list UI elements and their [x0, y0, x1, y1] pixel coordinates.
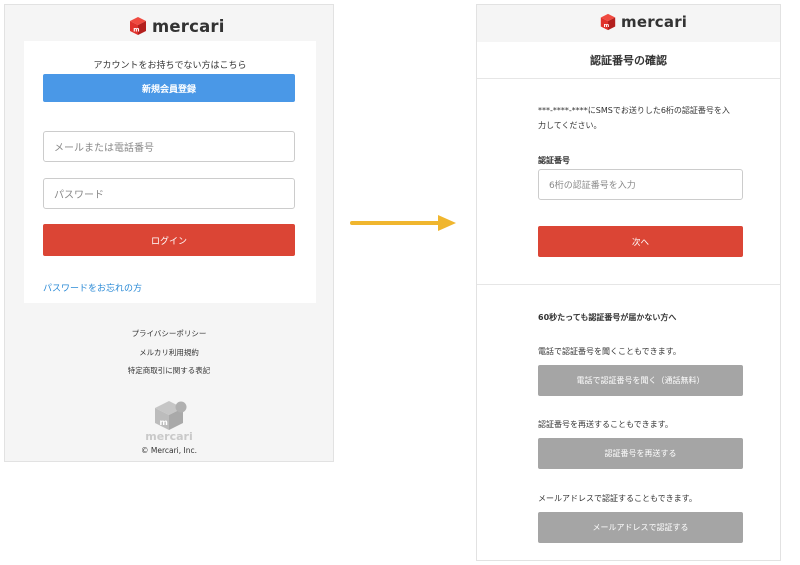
- code-label: 認証番号: [538, 156, 570, 165]
- password-placeholder: パスワード: [54, 190, 104, 201]
- brand-wordmark: mercari: [621, 13, 688, 31]
- login-button[interactable]: ログイン: [43, 224, 295, 256]
- next-button[interactable]: 次へ: [538, 226, 743, 257]
- footer-links: プライバシーポリシー メルカリ利用規約 特定商取引に関する表記: [5, 327, 333, 383]
- email-or-phone-input[interactable]: メールまたは電話番号: [43, 131, 295, 162]
- mercari-logo-icon: m: [130, 17, 146, 35]
- forgot-password-link[interactable]: パスワードをお忘れの方: [43, 281, 142, 294]
- signup-prompt: アカウントをお持ちでない方はこちら: [93, 61, 247, 71]
- terms-of-service-link[interactable]: メルカリ利用規約: [5, 346, 333, 365]
- email-or-phone-placeholder: メールまたは電話番号: [54, 143, 154, 154]
- resend-code-button[interactable]: 認証番号を再送する: [538, 438, 743, 469]
- login-page-panel: m mercari アカウントをお持ちでない方はこちら 新規会員登録 メールまた…: [4, 4, 334, 462]
- divider: [477, 284, 780, 285]
- resend-option-text: 認証番号を再送することもできます。: [538, 420, 673, 429]
- mercari-footer-logo-icon: m: [155, 401, 187, 430]
- brand-wordmark: mercari: [152, 16, 225, 36]
- header-brand[interactable]: m mercari: [128, 16, 225, 36]
- svg-text:m: m: [604, 23, 610, 29]
- password-input[interactable]: パスワード: [43, 178, 295, 209]
- footer-brand-wordmark: mercari: [145, 430, 193, 443]
- mercari-logo-icon: m: [600, 13, 616, 31]
- verification-code-input[interactable]: 6桁の認証番号を入力: [538, 169, 743, 200]
- help-heading: 60秒たっても認証番号が届かない方へ: [538, 313, 677, 322]
- instructions-line: 力してください。: [538, 121, 602, 130]
- instructions-line: ***-****-****にSMSでお送りした6桁の認証番号を入: [538, 106, 730, 115]
- signup-button[interactable]: 新規会員登録: [43, 74, 295, 102]
- privacy-policy-link[interactable]: プライバシーポリシー: [5, 327, 333, 346]
- call-for-code-button[interactable]: 電話で認証番号を聞く（通話無料）: [538, 365, 743, 396]
- verification-code-placeholder: 6桁の認証番号を入力: [549, 181, 636, 191]
- commercial-transactions-link[interactable]: 特定商取引に関する表記: [5, 364, 333, 383]
- right-arrow-icon: [350, 215, 456, 231]
- page-title: 認証番号の確認: [477, 42, 780, 79]
- header-brand[interactable]: m mercari: [599, 13, 687, 31]
- call-option-text: 電話で認証番号を聞くこともできます。: [538, 347, 681, 356]
- login-card: アカウントをお持ちでない方はこちら 新規会員登録 メールまたは電話番号 パスワー…: [24, 41, 316, 303]
- svg-text:m: m: [160, 418, 168, 427]
- verify-by-email-button[interactable]: メールアドレスで認証する: [538, 512, 743, 543]
- svg-text:m: m: [133, 27, 139, 34]
- sms-verification-panel: m mercari 認証番号の確認 ***-****-****にSMSでお送りし…: [476, 4, 781, 561]
- instructions-text: ***-****-****にSMSでお送りした6桁の認証番号を入 力してください…: [538, 103, 756, 133]
- copyright-text: © Mercari, Inc.: [140, 446, 197, 455]
- email-option-text: メールアドレスで認証することもできます。: [538, 494, 697, 503]
